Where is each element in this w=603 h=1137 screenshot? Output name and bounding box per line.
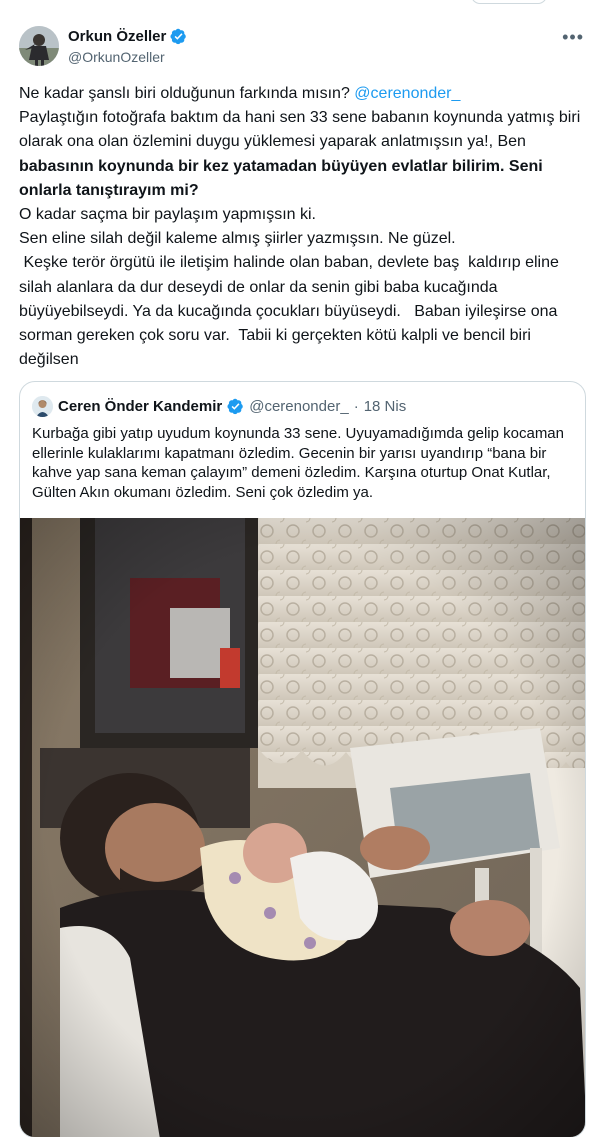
tweet-paragraph-1-text: Paylaştığın fotoğrafa baktım da hani sen… [19,109,581,151]
quoted-separator-dot: · [353,397,359,415]
tweet-header: Orkun Özeller @OrkunOzeller ••• [19,25,589,69]
verified-badge-icon[interactable] [170,28,187,45]
more-options-icon[interactable]: ••• [562,27,584,48]
tweet-paragraph-3: Sen eline silah değil kaleme almış şiirl… [19,230,456,248]
author-handle[interactable]: @OrkunOzeller [68,49,165,65]
tweet-paragraph-1: Paylaştığın fotoğrafa baktım da hani sen… [19,106,589,203]
author-name[interactable]: Orkun Özeller [68,28,166,45]
author-name-row: Orkun Özeller [68,28,187,45]
author-avatar[interactable] [19,26,59,66]
tweet-line-1: Ne kadar şanslı biri olduğunun farkında … [19,82,589,106]
quoted-author-handle[interactable]: @cerenonder_ [249,398,348,415]
quoted-author-name[interactable]: Ceren Önder Kandemir [58,398,222,415]
tweet-paragraph-4: Keşke terör örgütü ile iletişim halinde … [19,254,564,369]
tweet-text: Ne kadar şanslı biri olduğunun farkında … [19,82,589,372]
quoted-date[interactable]: 18 Nis [364,398,407,415]
quoted-tweet-header: Ceren Önder Kandemir @cerenonder_ · 18 N… [32,394,406,418]
tweet-paragraph-1-bold: babasının koynunda bir kez yatamadan büy… [19,157,543,199]
quoted-photo[interactable] [20,518,585,1137]
quoted-tweet-text: Kurbağa gibi yatıp uyudum koynunda 33 se… [32,425,564,502]
quoted-verified-badge-icon[interactable] [227,398,244,415]
quoted-author-avatar[interactable] [32,395,53,417]
tweet-line-1-text: Ne kadar şanslı biri olduğunun farkında … [19,85,355,102]
tweet-paragraph-2: O kadar saçma bir paylaşım yapmışsın ki. [19,206,316,224]
quoted-tweet-card[interactable]: Ceren Önder Kandemir @cerenonder_ · 18 N… [19,381,586,1137]
mention-link[interactable]: @cerenonder_ [354,85,460,102]
previous-item-edge [471,0,547,4]
